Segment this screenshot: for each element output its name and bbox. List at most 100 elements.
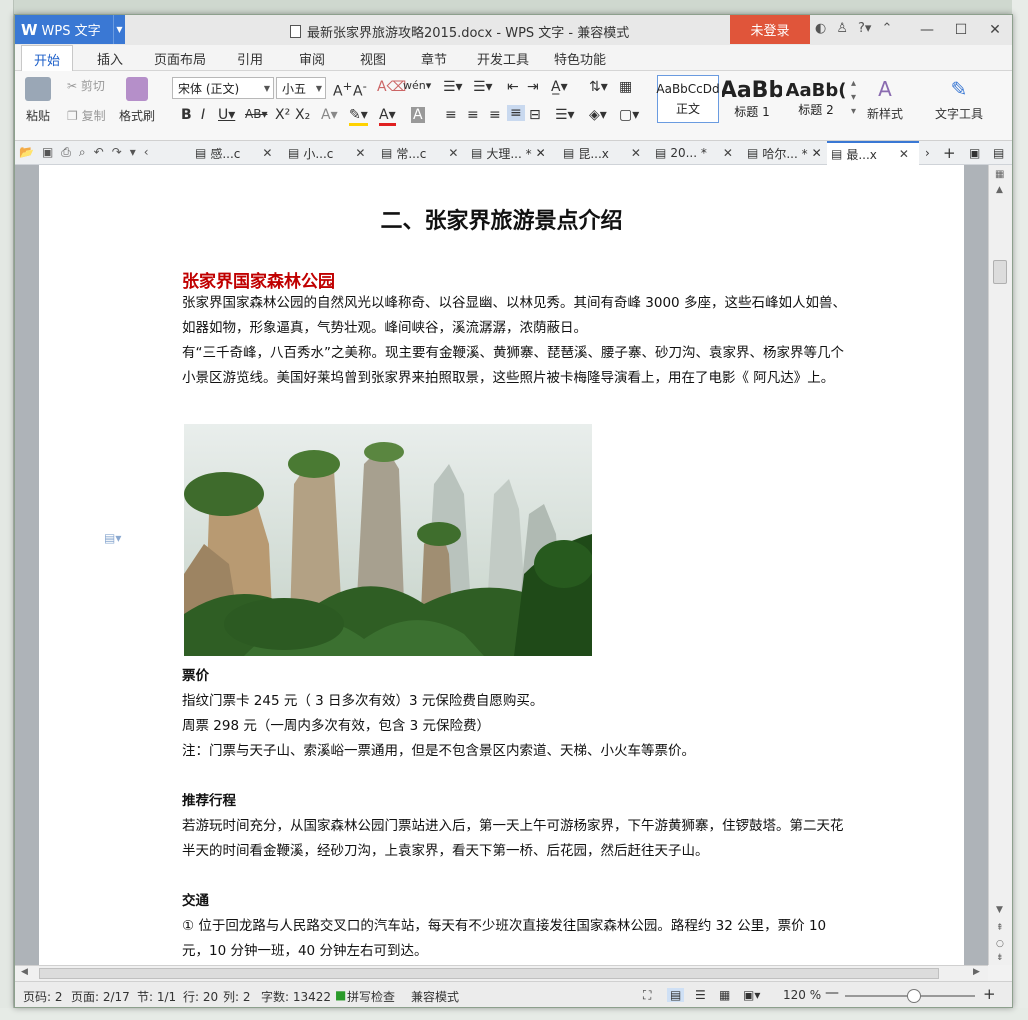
help-icon[interactable]: ?▾ <box>858 21 871 36</box>
fullscreen-view-icon[interactable]: ⛶ <box>643 988 651 1003</box>
close-icon[interactable]: ✕ <box>536 146 546 160</box>
text-tools-button[interactable]: ✎ 文字工具 <box>935 77 983 122</box>
landscape-photo[interactable] <box>184 424 592 656</box>
close-icon[interactable]: ✕ <box>355 146 365 160</box>
minimize-icon[interactable]: — <box>910 15 944 44</box>
align-right-icon[interactable]: ≡ <box>489 107 501 123</box>
reading-view-icon[interactable]: ▣▾ <box>743 988 760 1002</box>
vertical-scrollbar[interactable]: ▦ ▲ ▼ ⇞ ○ ⇟ <box>988 165 1012 965</box>
tab-review[interactable]: 审阅 <box>287 45 337 71</box>
zoom-out-icon[interactable]: — <box>825 985 839 1001</box>
superscript-icon[interactable]: X² <box>275 107 290 123</box>
redo-icon[interactable]: ↷ <box>112 145 122 160</box>
doc-tab[interactable]: ▤ 小...c ✕ <box>288 141 365 165</box>
print-preview-icon[interactable]: ⌕ <box>79 145 86 160</box>
char-spacing-icon[interactable]: A̲▾ <box>551 79 568 95</box>
chevron-left-icon[interactable]: ‹ <box>144 145 149 160</box>
close-icon[interactable]: ✕ <box>812 146 822 160</box>
horizontal-scroll-thumb[interactable] <box>39 968 939 979</box>
font-name-select[interactable]: 宋体 (正文) ▼ <box>172 77 274 99</box>
chevron-down-icon[interactable]: ▾ <box>130 145 136 160</box>
align-center-icon[interactable]: ≡ <box>467 107 479 123</box>
ruler-toggle-icon[interactable]: ▦ <box>995 169 1004 180</box>
scroll-down-icon[interactable]: ▼ <box>996 905 1003 915</box>
style-heading-2[interactable]: AaBb( 标题 2 <box>785 75 847 123</box>
doc-tab[interactable]: ▤ 20... * ✕ <box>655 141 733 165</box>
strikethrough-icon[interactable]: AB▾ <box>245 107 267 121</box>
font-size-select[interactable]: 小五 ▼ <box>276 77 326 99</box>
doc-tab[interactable]: ▤ 昆...x ✕ <box>563 141 641 165</box>
doc-tab-active[interactable]: ▤ 最...x ✕ <box>827 141 919 165</box>
new-style-button[interactable]: A 新样式 <box>867 77 903 122</box>
text-effect-icon[interactable]: A▾ <box>321 107 338 123</box>
line-spacing-icon[interactable]: ☰▾ <box>555 107 575 123</box>
shrink-font-icon[interactable]: A- <box>353 79 367 100</box>
chevron-right-icon[interactable]: › <box>925 141 930 165</box>
maximize-icon[interactable]: ☐ <box>944 15 978 44</box>
tab-references[interactable]: 引用 <box>225 45 275 71</box>
tab-developer[interactable]: 开发工具 <box>471 45 535 71</box>
shading-icon[interactable]: ◈▾ <box>589 107 607 123</box>
document-page[interactable]: 二、张家界旅游景点介绍 张家界国家森林公园 张家界国家森林公园的自然风光以峰称奇… <box>39 165 964 965</box>
tab-home[interactable]: 开始 <box>21 45 73 72</box>
tab-insert[interactable]: 插入 <box>85 45 135 71</box>
close-icon[interactable]: ✕ <box>262 146 272 160</box>
app-menu-button[interactable]: W WPS 文字 ▼ <box>15 15 125 44</box>
doc-tab[interactable]: ▤ 感...c ✕ <box>195 141 272 165</box>
close-icon[interactable]: ✕ <box>978 15 1012 44</box>
doc-tab[interactable]: ▤ 大理... * ✕ <box>471 141 546 165</box>
zoom-slider-handle[interactable] <box>907 989 921 1003</box>
style-normal[interactable]: AaBbCcDd 正文 <box>656 75 720 123</box>
style-heading-1[interactable]: AaBb 标题 1 <box>721 75 783 123</box>
doc-tab[interactable]: ▤ 哈尔... * ✕ <box>747 141 822 165</box>
zoom-level[interactable]: 120 % <box>783 988 821 1002</box>
highlight-icon[interactable]: ✎▾ <box>349 107 368 126</box>
horizontal-scrollbar[interactable]: ◀ ▶ <box>15 965 988 981</box>
borders-icon[interactable]: ▢▾ <box>619 107 639 123</box>
open-icon[interactable]: 📂 <box>19 145 34 160</box>
char-shading-icon[interactable]: A <box>411 107 425 123</box>
paste-button[interactable]: 粘贴 <box>25 77 51 124</box>
tab-view[interactable]: 视图 <box>348 45 398 71</box>
page-view-icon[interactable]: ▤ <box>667 988 685 1002</box>
align-justify-icon[interactable]: ≡ <box>507 105 525 121</box>
scroll-left-icon[interactable]: ◀ <box>21 967 28 977</box>
status-word-count[interactable]: 字数: 13422 <box>261 988 331 1005</box>
format-painter-button[interactable]: 格式刷 <box>119 77 155 124</box>
zoom-in-icon[interactable]: + <box>983 985 996 1003</box>
tab-chapter[interactable]: 章节 <box>409 45 459 71</box>
tab-options-icon[interactable]: ▤ <box>993 141 1004 165</box>
vertical-scroll-thumb[interactable] <box>993 260 1007 284</box>
save-icon[interactable]: ▣ <box>42 145 53 160</box>
grow-font-icon[interactable]: A+ <box>333 79 352 100</box>
doc-tab[interactable]: ▤ 常...c ✕ <box>381 141 458 165</box>
decrease-indent-icon[interactable]: ⇤ <box>507 79 519 95</box>
tab-list-icon[interactable]: ▣ <box>969 141 980 165</box>
next-page-icon[interactable]: ⇟ <box>996 953 1004 963</box>
copy-button[interactable]: ❐ 复制 <box>67 107 106 124</box>
table-border-icon[interactable]: ▦ <box>619 79 632 95</box>
shirt-icon[interactable]: ♙ <box>836 21 848 36</box>
status-spellcheck[interactable]: 拼写检查 <box>347 988 395 1005</box>
web-view-icon[interactable]: ▦ <box>719 988 730 1002</box>
new-tab-icon[interactable]: + <box>943 141 956 165</box>
tab-special[interactable]: 特色功能 <box>545 45 615 71</box>
close-icon[interactable]: ✕ <box>448 146 458 160</box>
bold-icon[interactable]: B <box>181 107 192 123</box>
tab-page-layout[interactable]: 页面布局 <box>145 45 215 71</box>
browse-object-icon[interactable]: ○ <box>996 939 1004 949</box>
font-color-icon[interactable]: A▾ <box>379 107 396 126</box>
distributed-icon[interactable]: ⊟ <box>529 107 541 123</box>
scroll-up-icon[interactable]: ▲ <box>996 185 1003 195</box>
cut-button[interactable]: ✂ 剪切 <box>67 77 105 94</box>
paragraph-mark-icon[interactable]: ▤▾ <box>104 531 121 545</box>
undo-icon[interactable]: ↶ <box>94 145 104 160</box>
subscript-icon[interactable]: X₂ <box>295 107 310 123</box>
scroll-right-icon[interactable]: ▶ <box>973 967 980 977</box>
login-button[interactable]: 未登录 <box>730 15 810 44</box>
clear-format-icon[interactable]: A⌫ <box>377 79 406 95</box>
print-icon[interactable]: ⎙ <box>61 145 71 160</box>
sort-icon[interactable]: ⇅▾ <box>589 79 608 95</box>
close-icon[interactable]: ✕ <box>631 146 641 160</box>
collapse-ribbon-icon[interactable]: ⌃ <box>881 21 892 36</box>
